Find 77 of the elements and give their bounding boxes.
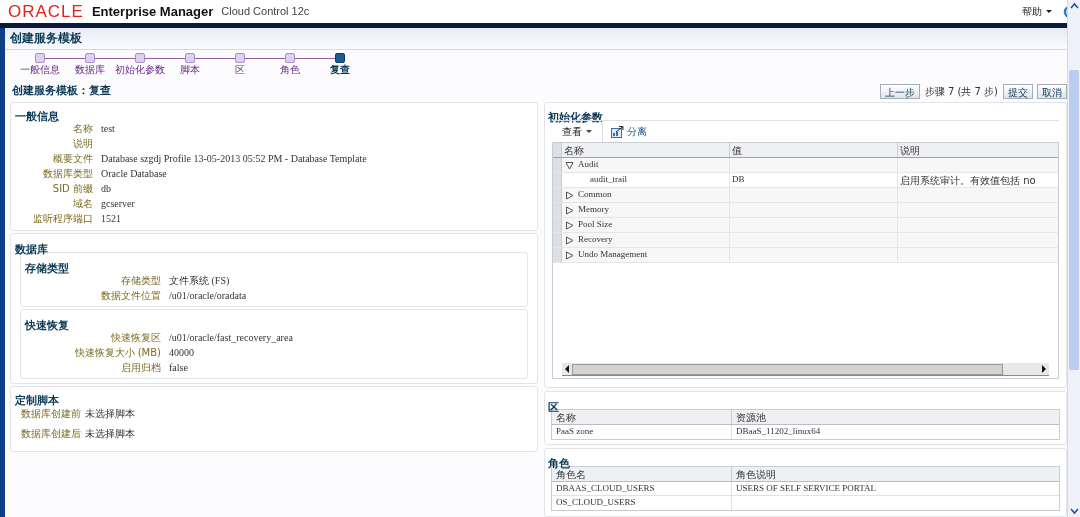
- train-step[interactable]: 复查: [315, 53, 365, 82]
- field-label: 快速恢复区: [110, 331, 162, 345]
- detach-icon: [611, 125, 624, 138]
- field-label: 监听程序端口: [32, 212, 94, 226]
- field-value: Database szgdj Profile 13-05-2013 05:52 PM - Database Template: [101, 152, 367, 166]
- section-heading: 快速恢复: [25, 319, 69, 332]
- tree-node-label[interactable]: Pool Size: [578, 218, 613, 232]
- page-subtitle: 创建服务模板：复查: [12, 82, 111, 99]
- tree-node-label[interactable]: Audit: [578, 158, 599, 172]
- back-button[interactable]: 上一步: [879, 83, 920, 99]
- scroll-up-icon[interactable]: [1069, 2, 1079, 10]
- field-label: 快速恢复大小 (MB): [73, 346, 162, 360]
- tree-node-label[interactable]: Recovery: [578, 233, 613, 247]
- field-value: db: [101, 182, 111, 196]
- field-label: 启用归档: [120, 361, 162, 375]
- train-step[interactable]: 角色: [265, 53, 315, 82]
- help-menu[interactable]: 帮助: [1022, 4, 1052, 19]
- train-step[interactable]: 数据库: [65, 53, 115, 82]
- brand-logo: ORACLE: [8, 3, 84, 20]
- field-value: false: [169, 361, 188, 375]
- table-cell: DBaaS_11202_linux64: [736, 425, 821, 439]
- train-step[interactable]: 脚本: [165, 53, 215, 82]
- column-header[interactable]: 说明: [898, 143, 1058, 157]
- table-cell: 启用系统审计。有效值包括 no: [900, 173, 1036, 187]
- section-heading: 一般信息: [15, 110, 59, 123]
- field-label: 域名: [72, 197, 94, 211]
- table-cell: PaaS zone: [556, 425, 594, 439]
- field-value: /u01/oracle/oradata: [169, 289, 247, 303]
- table-cell-text: USERS OF SELF SERVICE PORTAL: [736, 481, 877, 495]
- field-label: 名称: [72, 122, 94, 136]
- section-heading: 角色: [548, 457, 570, 470]
- table-cell: OS_CLOUD_USERS: [556, 496, 636, 510]
- field-label: 数据库类型: [42, 167, 94, 181]
- table-cell-text: DBAAS_CLOUD_USERS: [556, 481, 655, 495]
- section-heading: 定制脚本: [15, 394, 59, 407]
- page-title: 创建服务模板: [10, 30, 82, 47]
- step-indicator: 步骤 7 (共 7 步): [924, 84, 998, 99]
- column-header[interactable]: 角色名: [552, 467, 732, 481]
- product-name: Enterprise Manager: [91, 2, 214, 21]
- horizontal-scrollbar[interactable]: [562, 363, 1049, 376]
- product-edition: Cloud Control 12c: [221, 4, 310, 20]
- expanded-triangle-icon[interactable]: [565, 160, 574, 170]
- column-header[interactable]: 资源池: [732, 410, 1059, 424]
- field-value: test: [101, 122, 115, 136]
- column-header[interactable]: 名称: [562, 143, 730, 157]
- field-label: 数据库创建后: [21, 426, 82, 441]
- field-value: 未选择脚本: [85, 426, 135, 441]
- cancel-button[interactable]: 取消: [1037, 83, 1067, 99]
- field-label: SID 前缀: [51, 182, 94, 196]
- field-value: gcserver: [101, 197, 135, 211]
- vertical-scrollbar[interactable]: [1067, 0, 1080, 517]
- tree-node-label[interactable]: Common: [578, 188, 612, 202]
- table-cell: DB: [732, 173, 745, 187]
- field-label: 存储类型: [120, 274, 162, 288]
- submit-button[interactable]: 提交: [1003, 83, 1033, 99]
- scroll-down-icon[interactable]: [1069, 507, 1079, 515]
- field-value: 40000: [169, 346, 194, 360]
- tree-node-label[interactable]: Memory: [578, 203, 609, 217]
- column-header[interactable]: 角色说明: [732, 467, 1059, 481]
- column-header[interactable]: 值: [730, 143, 898, 157]
- tree-node-label[interactable]: Undo Management: [578, 248, 648, 262]
- field-label: 概要文件: [52, 152, 94, 166]
- field-value: Oracle Database: [101, 167, 167, 181]
- train-step[interactable]: 初始化参数: [115, 53, 165, 82]
- tree-node-label: audit_trail: [590, 173, 627, 187]
- field-value: 1521: [101, 212, 121, 226]
- field-label: 数据库创建前: [21, 406, 82, 421]
- train-step[interactable]: 一般信息: [15, 53, 65, 82]
- field-label: 数据文件位置: [100, 289, 162, 303]
- section-heading: 存储类型: [25, 262, 69, 275]
- field-value: 文件系统 (FS): [169, 274, 230, 288]
- field-value: 未选择脚本: [85, 406, 135, 421]
- field-value: /u01/oracle/fast_recovery_area: [169, 331, 293, 345]
- field-label: 说明: [72, 137, 94, 151]
- train-step[interactable]: 区: [215, 53, 265, 82]
- section-heading: 数据库: [15, 243, 48, 256]
- detach-button[interactable]: 分离: [611, 124, 647, 139]
